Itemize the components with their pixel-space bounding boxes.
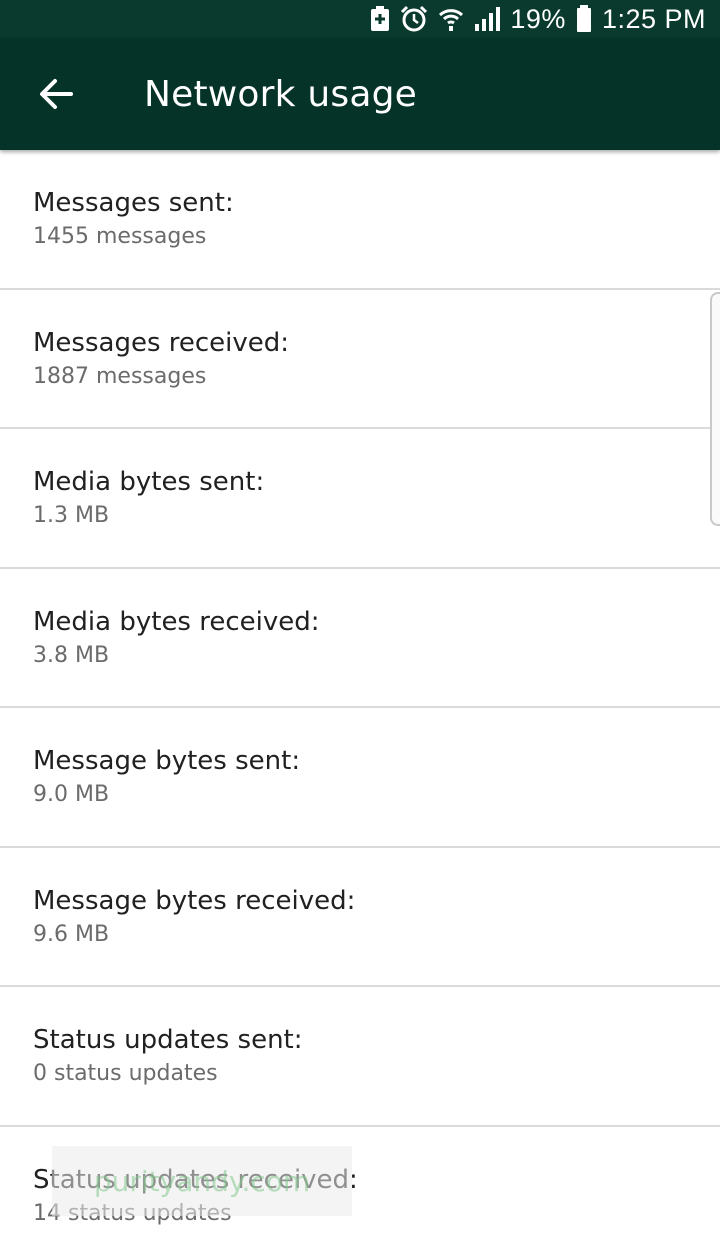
alarm-icon [400,5,428,33]
stat-row-message-bytes-sent: Message bytes sent: 9.0 MB [0,708,720,848]
scrollbar-handle[interactable] [710,292,720,526]
stat-value: 9.0 MB [33,782,110,807]
stat-row-message-bytes-received: Message bytes received: 9.6 MB [0,848,720,987]
battery-percent: 19% [510,3,566,34]
stat-label: Messages received: [33,327,290,358]
stat-row-messages-sent: Messages sent: 1455 messages [0,150,720,290]
stat-value: 3.8 MB [33,642,110,668]
stat-label: Status updates sent: [33,1025,303,1055]
stat-row-status-updates-received: Status updates received: 14 status updat… [0,1127,720,1260]
page-title: Network usage [144,73,417,115]
stat-label: Messages sent: [33,188,234,218]
stat-row-media-bytes-sent: Media bytes sent: 1.3 MB [0,429,720,569]
battery-icon [576,5,592,33]
wifi-icon [438,6,464,32]
clock: 1:25 PM [601,3,706,34]
app-bar: Network usage [0,38,720,150]
stat-row-media-bytes-received: Media bytes received: 3.8 MB [0,569,720,708]
stat-value: 1887 messages [33,363,207,389]
stat-value: 0 status updates [33,1061,218,1086]
stat-value: 9.6 MB [33,921,110,947]
status-bar: 19% 1:25 PM [0,0,720,38]
stat-row-status-updates-sent: Status updates sent: 0 status updates [0,987,720,1127]
stat-label: Media bytes received: [33,606,320,637]
network-usage-list: Messages sent: 1455 messages Messages re… [0,150,720,1260]
signal-icon [474,6,501,32]
back-button[interactable] [26,64,86,124]
stat-row-messages-received: Messages received: 1887 messages [0,290,720,429]
battery-saver-icon [370,6,390,32]
stat-label: Media bytes sent: [33,467,265,497]
stat-value: 14 status updates [33,1200,232,1226]
stat-value: 1.3 MB [33,503,110,528]
stat-label: Message bytes received: [33,885,356,916]
stat-label: Status updates received: [33,1164,358,1195]
stat-label: Message bytes sent: [33,746,301,776]
arrow-back-icon [40,79,73,109]
stat-value: 1455 messages [33,224,207,249]
